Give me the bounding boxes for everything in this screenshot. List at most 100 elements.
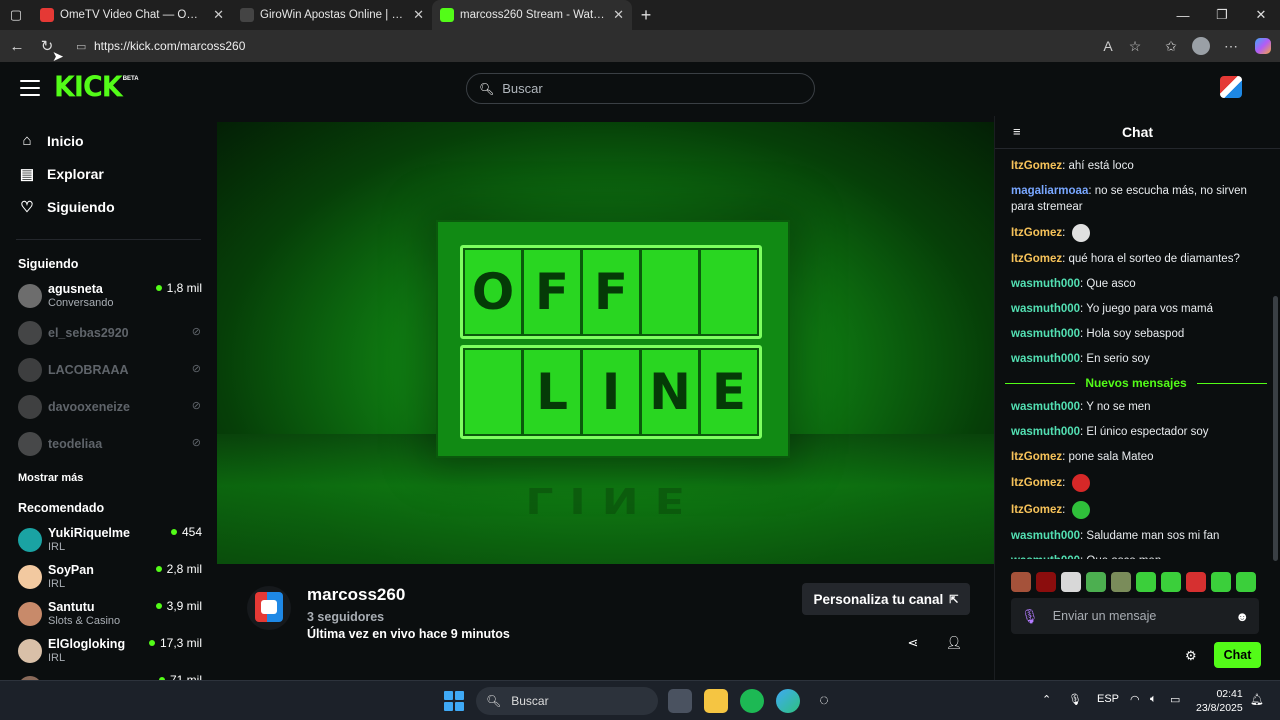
back-icon[interactable]: ← bbox=[2, 31, 32, 61]
gear-icon[interactable]: ⚙ bbox=[1185, 648, 1197, 664]
show-more-link[interactable]: Mostrar más bbox=[0, 472, 217, 484]
chat-username[interactable]: wasmuth000 bbox=[1011, 555, 1080, 559]
new-tab-button[interactable]: + bbox=[632, 0, 660, 30]
add-friend-icon[interactable]: 👤︎ bbox=[943, 632, 965, 654]
emote-icon[interactable] bbox=[1211, 572, 1231, 592]
emote-icon[interactable] bbox=[1111, 572, 1131, 592]
channel-item[interactable]: teodeliaa ⊘ bbox=[0, 425, 217, 462]
volume-icon[interactable]: 🔈︎ bbox=[1150, 693, 1157, 706]
emote-icon[interactable] bbox=[1161, 572, 1181, 592]
chat-username[interactable]: magaliarmoaa bbox=[1011, 185, 1088, 197]
emote-icon[interactable] bbox=[1036, 572, 1056, 592]
sidebar-item-explorar[interactable]: ▤ Explorar bbox=[0, 157, 217, 190]
clock[interactable]: 02:41 23/8/2025 bbox=[1196, 687, 1243, 715]
tray-chevron-icon[interactable]: ⌃ bbox=[1042, 693, 1051, 706]
browser-tab[interactable]: OmeTV Video Chat — Omegle ✕ bbox=[32, 0, 232, 30]
sidebar-item-inicio[interactable]: ⌂ Inicio bbox=[0, 124, 217, 157]
copilot-icon[interactable] bbox=[1248, 30, 1278, 62]
chat-username[interactable]: ItzGomez bbox=[1011, 477, 1062, 489]
share-icon[interactable]: ⋖ bbox=[902, 632, 924, 654]
minimize-icon[interactable]: — bbox=[1164, 0, 1202, 30]
sidebar-item-siguiendo[interactable]: ♡ Siguiendo bbox=[0, 190, 217, 223]
app-icon[interactable]: ◌ bbox=[812, 689, 836, 713]
tab-close-icon[interactable]: ✕ bbox=[613, 7, 624, 23]
mic-tray-icon[interactable]: 🎙︎ bbox=[1068, 693, 1082, 706]
chat-username[interactable]: wasmuth000 bbox=[1011, 353, 1080, 365]
tab-close-icon[interactable]: ✕ bbox=[213, 7, 224, 23]
kick-logo[interactable]: KICK BETA bbox=[54, 73, 139, 102]
tab-actions-icon[interactable]: ▢ bbox=[0, 0, 32, 30]
emote-icon[interactable] bbox=[1011, 572, 1031, 592]
channel-name: agusneta bbox=[48, 281, 103, 296]
language-indicator[interactable]: ESP bbox=[1097, 693, 1119, 705]
chat-username[interactable]: wasmuth000 bbox=[1011, 303, 1080, 315]
chat-message-input[interactable]: 🎙︎ Enviar un mensaje ☻ bbox=[1011, 598, 1259, 634]
maximize-icon[interactable]: ❐ bbox=[1203, 0, 1241, 30]
chat-username[interactable]: ItzGomez bbox=[1011, 504, 1062, 516]
chat-username[interactable]: ItzGomez bbox=[1011, 253, 1062, 265]
spotify-icon[interactable] bbox=[740, 689, 764, 713]
chat-message: ItzGomez: ahí está loco bbox=[1011, 158, 1261, 174]
url-field[interactable]: ▭ https://kick.com/marcoss260 bbox=[68, 33, 1148, 59]
emoji-icon[interactable]: ☻ bbox=[1235, 609, 1249, 624]
more-options-icon[interactable]: ⋯ bbox=[1216, 30, 1246, 62]
chat-username[interactable]: wasmuth000 bbox=[1011, 278, 1080, 290]
channel-avatar bbox=[18, 527, 42, 552]
emote-icon[interactable] bbox=[1186, 572, 1206, 592]
channel-avatar[interactable] bbox=[247, 586, 291, 630]
chat-username[interactable]: ItzGomez bbox=[1011, 451, 1062, 463]
emote-icon[interactable] bbox=[1236, 572, 1256, 592]
site-info-icon[interactable]: ▭ bbox=[76, 40, 94, 53]
channel-category: IRL bbox=[48, 540, 66, 553]
tab-close-icon[interactable]: ✕ bbox=[413, 7, 424, 23]
close-window-icon[interactable]: ✕ bbox=[1242, 0, 1280, 30]
channel-item[interactable]: LACOBRAAA ⊘ bbox=[0, 351, 217, 388]
channel-item[interactable]: agusneta Conversando 1,8 mil bbox=[0, 277, 217, 314]
file-explorer-icon[interactable] bbox=[704, 689, 728, 713]
battery-icon[interactable]: ▭ bbox=[1170, 693, 1180, 706]
chat-scrollbar[interactable] bbox=[1273, 296, 1278, 561]
browser-tab[interactable]: GiroWin Apostas Online | Jogos | ✕ bbox=[232, 0, 432, 30]
menu-icon[interactable] bbox=[20, 80, 40, 96]
browser-tab[interactable]: marcoss260 Stream - Watch Live ✕ bbox=[432, 0, 632, 30]
chat-username[interactable]: wasmuth000 bbox=[1011, 401, 1080, 413]
channel-name[interactable]: marcoss260 bbox=[307, 585, 405, 605]
favorite-star-icon[interactable]: ☆ bbox=[1120, 30, 1150, 62]
channel-item[interactable]: davooxeneize ⊘ bbox=[0, 388, 217, 425]
wifi-icon[interactable]: ◠ bbox=[1130, 693, 1140, 706]
user-avatar[interactable] bbox=[1220, 76, 1242, 98]
tab-label: GiroWin Apostas Online | Jogos | bbox=[260, 9, 407, 21]
channel-category: IRL bbox=[48, 577, 66, 590]
video-player[interactable]: OFF LINE LINE bbox=[217, 116, 994, 564]
chat-username[interactable]: wasmuth000 bbox=[1011, 426, 1080, 438]
channel-item[interactable]: sandrasking71 mil bbox=[0, 669, 217, 680]
customize-channel-button[interactable]: Personaliza tu canal ⇱ bbox=[802, 583, 970, 615]
search-input[interactable]: 🔍︎ Buscar bbox=[466, 73, 815, 104]
task-view-icon[interactable] bbox=[668, 689, 692, 713]
chat-username[interactable]: wasmuth000 bbox=[1011, 328, 1080, 340]
microphone-icon[interactable]: 🎙︎ bbox=[1021, 608, 1039, 625]
chat-username[interactable]: ItzGomez bbox=[1011, 160, 1062, 172]
channel-item[interactable]: SoyPan IRL 2,8 mil bbox=[0, 558, 217, 595]
external-link-icon: ⇱ bbox=[949, 593, 959, 606]
favorites-icon[interactable]: ✩ bbox=[1156, 30, 1186, 62]
edge-icon[interactable] bbox=[776, 689, 800, 713]
emote-icon[interactable] bbox=[1136, 572, 1156, 592]
emote-icon[interactable] bbox=[1061, 572, 1081, 592]
start-icon[interactable] bbox=[444, 691, 464, 711]
collapse-chat-icon[interactable]: ≡ bbox=[1013, 124, 1021, 139]
emote-icon[interactable] bbox=[1086, 572, 1106, 592]
chat-text: Que asco bbox=[1086, 278, 1136, 290]
notification-icon[interactable]: 🔔︎ bbox=[1250, 693, 1264, 706]
taskbar-search[interactable]: 🔍︎ Buscar bbox=[476, 687, 658, 715]
profile-icon[interactable] bbox=[1186, 30, 1216, 62]
read-aloud-icon[interactable]: A bbox=[1093, 30, 1123, 62]
mouse-cursor: ➤ bbox=[52, 48, 64, 64]
send-chat-button[interactable]: Chat bbox=[1214, 642, 1261, 668]
chat-username[interactable]: ItzGomez bbox=[1011, 227, 1062, 239]
channel-item[interactable]: ElGlogloking IRL 17,3 mil bbox=[0, 632, 217, 669]
channel-item[interactable]: Santutu Slots & Casino 3,9 mil bbox=[0, 595, 217, 632]
channel-item[interactable]: el_sebas2920 ⊘ bbox=[0, 314, 217, 351]
channel-item[interactable]: YukiRiquelme IRL 454 bbox=[0, 521, 217, 558]
chat-username[interactable]: wasmuth000 bbox=[1011, 530, 1080, 542]
